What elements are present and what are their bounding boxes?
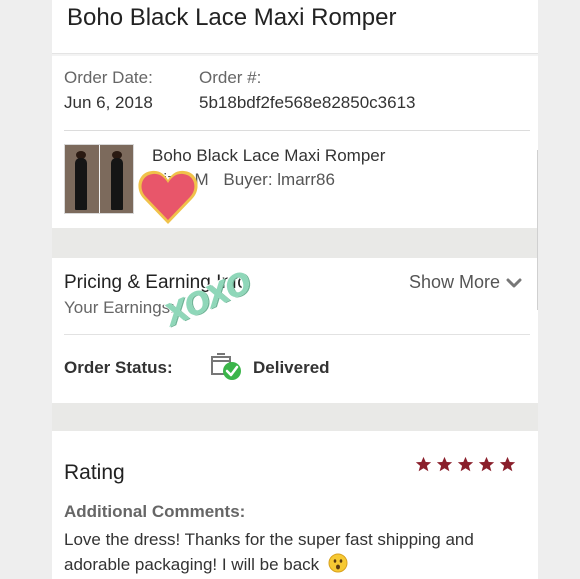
rating-title: Rating	[64, 461, 125, 484]
order-number-value: 5b18bdf2fe568e82850c3613	[199, 93, 416, 112]
order-status-value: Delivered	[253, 358, 330, 377]
item-name[interactable]: Boho Black Lace Maxi Romper	[152, 146, 385, 166]
surprised-face-emoji-icon	[328, 553, 348, 573]
order-number-label: Order #:	[199, 68, 262, 87]
pricing-card: Pricing & Earning Info Your Earnings: Sh…	[52, 258, 538, 403]
title-card: Boho Black Lace Maxi Romper	[52, 0, 538, 54]
star-rating	[415, 456, 516, 473]
star-icon	[415, 456, 432, 472]
earnings-label: Your Earnings:	[64, 298, 175, 317]
left-margin	[0, 0, 52, 579]
divider	[64, 130, 530, 131]
star-icon	[478, 456, 495, 472]
figure-body	[75, 158, 87, 210]
thumbnail-photo-left	[65, 145, 99, 213]
item-buyer[interactable]: Buyer: lmarr86	[223, 170, 334, 189]
show-more-label: Show More	[408, 272, 500, 292]
page-title: Boho Black Lace Maxi Romper	[67, 4, 397, 31]
order-date-label: Order Date:	[64, 68, 153, 87]
show-more-button[interactable]: Show More	[409, 272, 522, 293]
order-details-card: Order Date: Jun 6, 2018 Order #: 5b18bdf…	[52, 56, 538, 228]
section-divider	[52, 228, 538, 258]
chevron-down-icon	[506, 278, 522, 287]
scroll-edge[interactable]	[533, 150, 538, 310]
heart-icon	[138, 170, 198, 224]
star-icon	[436, 456, 453, 472]
star-icon	[499, 456, 516, 472]
comment-body: Love the dress! Thanks for the super fas…	[64, 530, 474, 574]
thumbnail-photo-right	[100, 145, 133, 213]
comments-label: Additional Comments:	[64, 502, 246, 521]
comment-text: Love the dress! Thanks for the super fas…	[64, 527, 534, 577]
delivered-box-check-icon	[211, 353, 241, 380]
figure-body	[111, 158, 123, 210]
star-icon	[457, 456, 474, 472]
rating-card: Rating Additional Comments: Love the dre…	[52, 431, 538, 579]
order-status-label: Order Status:	[64, 358, 173, 377]
order-date-value: Jun 6, 2018	[64, 93, 153, 112]
section-divider	[52, 403, 538, 431]
divider	[64, 334, 530, 335]
right-margin	[538, 0, 580, 579]
product-thumbnail[interactable]	[64, 144, 134, 214]
